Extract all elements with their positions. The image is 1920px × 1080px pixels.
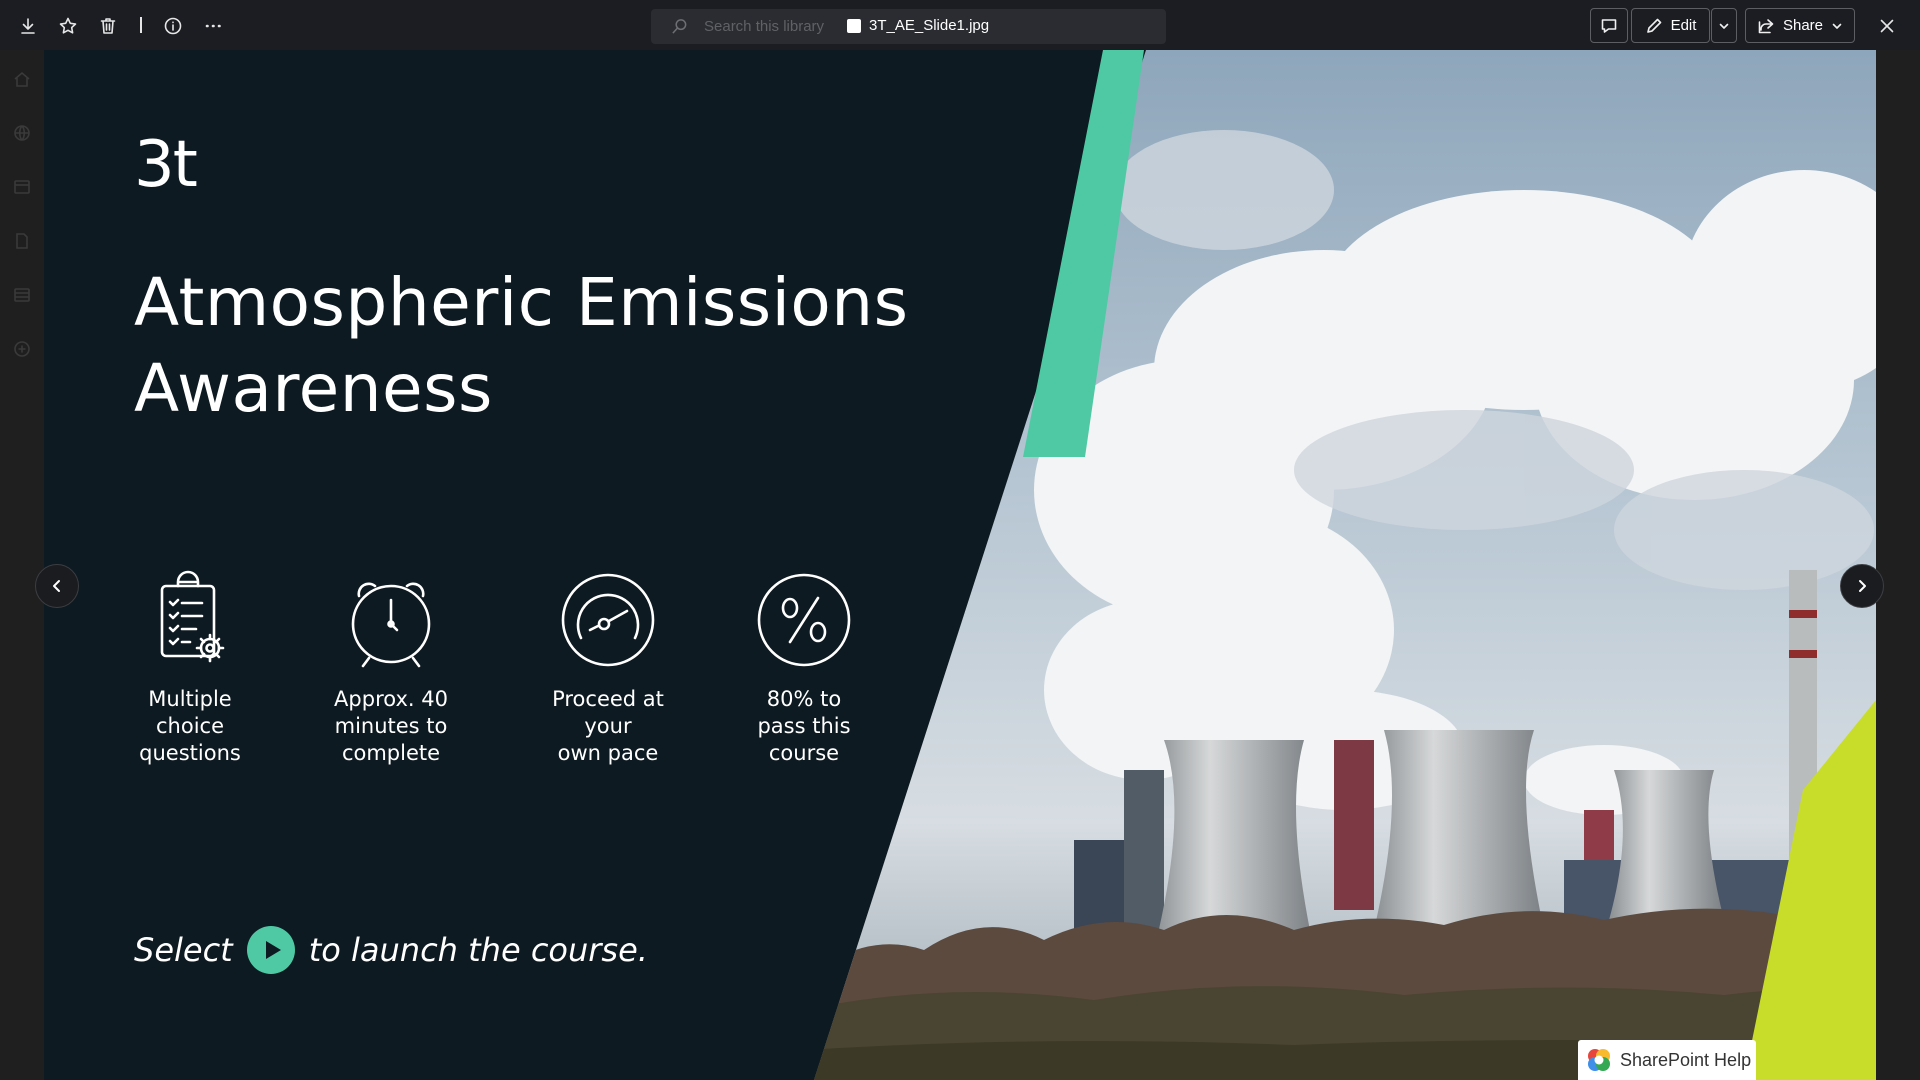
list-icon[interactable] — [13, 286, 33, 306]
slide-image: 3t Atmospheric Emissions Awareness Multi… — [44, 50, 1876, 1080]
cta-text-after: to launch the course. — [308, 931, 648, 969]
share-button-label: Share — [1782, 17, 1824, 34]
document-icon[interactable] — [13, 232, 33, 252]
feature-label: 80% to pass this course — [757, 687, 851, 765]
chevron-left-icon — [53, 580, 60, 592]
sharepoint-help-logo-icon — [1588, 1049, 1610, 1071]
clipboard-checklist-icon — [140, 570, 240, 670]
close-icon[interactable] — [1872, 11, 1902, 41]
feature-pass-mark: 80% to pass this course — [719, 570, 889, 767]
chevron-down-icon — [1719, 23, 1729, 29]
edit-button-label: Edit — [1670, 17, 1697, 34]
left-navigation-rail — [0, 50, 44, 1080]
edit-options-dropdown[interactable] — [1711, 8, 1737, 43]
library-search-box[interactable]: Search this library 3T_AE_Slide1.jpg — [651, 9, 1166, 44]
edit-button[interactable]: Edit — [1631, 8, 1710, 43]
course-title: Atmospheric Emissions Awareness — [134, 260, 1034, 432]
image-file-icon — [847, 18, 861, 33]
share-button[interactable]: Share — [1745, 8, 1855, 43]
comment-icon — [1601, 18, 1617, 33]
course-title-line-2: Awareness — [134, 350, 493, 427]
more-options-icon[interactable] — [198, 11, 228, 41]
globe-icon[interactable] — [13, 124, 33, 144]
feature-label: Approx. 40 minutes to complete — [334, 687, 448, 765]
toolbar-separator — [140, 17, 142, 33]
previous-slide-button[interactable] — [35, 564, 79, 608]
pencil-icon — [1646, 18, 1661, 33]
file-name-label: 3T_AE_Slide1.jpg — [847, 17, 989, 34]
home-icon[interactable] — [13, 70, 33, 90]
favorite-star-icon[interactable] — [53, 11, 83, 41]
search-placeholder: Search this library — [704, 18, 825, 35]
sites-icon[interactable] — [13, 178, 33, 198]
cta-text-before: Select — [134, 931, 233, 969]
alarm-clock-icon — [341, 570, 441, 670]
feature-label: Multiple choice questions — [139, 687, 241, 765]
course-title-line-1: Atmospheric Emissions — [134, 264, 909, 341]
file-name: 3T_AE_Slide1.jpg — [869, 17, 990, 34]
feature-multiple-choice: Multiple choice questions — [105, 570, 275, 767]
feature-label: Proceed at your own pace — [552, 687, 664, 765]
chevron-right-icon — [1859, 580, 1866, 592]
play-icon[interactable] — [246, 926, 295, 974]
share-icon — [1758, 18, 1774, 33]
add-icon[interactable] — [13, 340, 33, 360]
download-icon[interactable] — [13, 11, 43, 41]
feature-own-pace: Proceed at your own pace — [523, 570, 693, 767]
brand-logo: 3t — [134, 128, 198, 202]
viewer-toolbar: Search this library 3T_AE_Slide1.jpg Edi… — [0, 0, 1920, 50]
feature-duration: Approx. 40 minutes to complete — [306, 570, 476, 767]
sharepoint-help-button[interactable]: SharePoint Help — [1578, 1040, 1756, 1080]
next-slide-button[interactable] — [1840, 564, 1884, 608]
search-icon — [672, 19, 687, 34]
delete-trash-icon[interactable] — [93, 11, 123, 41]
comments-button[interactable] — [1590, 8, 1628, 43]
speedometer-icon — [558, 570, 658, 670]
sharepoint-help-label: SharePoint Help — [1620, 1049, 1752, 1070]
info-icon[interactable] — [158, 11, 188, 41]
launch-instruction: Select to launch the course. — [134, 926, 648, 974]
chevron-down-icon — [1832, 23, 1842, 29]
percent-icon — [754, 570, 854, 670]
